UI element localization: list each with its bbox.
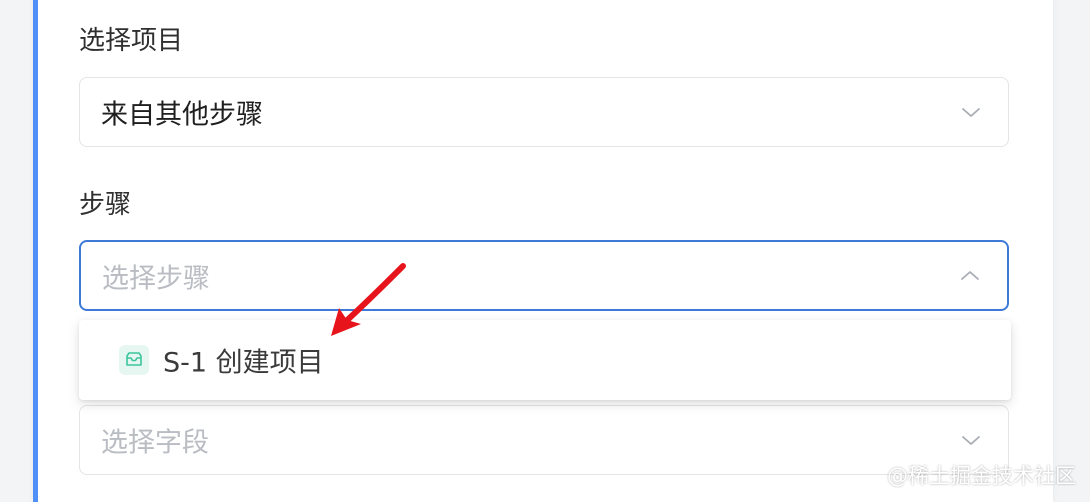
chevron-down-icon <box>962 436 980 445</box>
project-label: 选择项目 <box>79 26 184 56</box>
inbox-icon <box>119 345 149 375</box>
dropdown-option[interactable]: S-1 创建项目 <box>79 320 1011 400</box>
step-label: 步骤 <box>79 190 132 220</box>
field-select-placeholder: 选择字段 <box>101 427 209 459</box>
chevron-up-icon <box>961 270 979 280</box>
field-select[interactable]: 选择字段 <box>79 405 1009 475</box>
project-select[interactable]: 来自其他步骤 <box>79 77 1009 147</box>
project-select-value: 来自其他步骤 <box>101 99 263 131</box>
chevron-down-icon <box>962 108 980 117</box>
dropdown-option-label: S-1 创建项目 <box>163 347 324 379</box>
step-dropdown-menu: S-1 创建项目 <box>79 320 1011 400</box>
panel-accent-bar <box>33 0 38 502</box>
watermark: @稀土掘金技术社区 <box>887 464 1076 488</box>
step-select-placeholder: 选择步骤 <box>102 263 210 294</box>
step-select[interactable]: 选择步骤 <box>79 240 1009 311</box>
